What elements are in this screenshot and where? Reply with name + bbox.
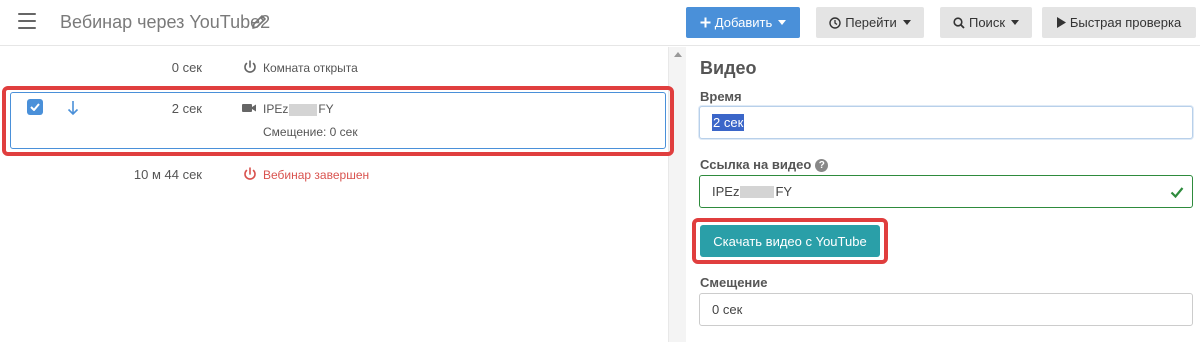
scroll-up-arrow-icon[interactable] — [674, 52, 682, 57]
time-input[interactable]: 2 сек — [699, 106, 1193, 139]
chevron-down-icon — [902, 20, 911, 25]
video-id-suffix: FY — [318, 102, 334, 116]
time-label: Время — [700, 89, 742, 104]
search-button[interactable]: Поиск — [940, 7, 1032, 38]
time-input-value: 2 сек — [712, 114, 745, 131]
redacted-block — [289, 103, 318, 116]
row-checkbox[interactable] — [27, 99, 43, 115]
video-id: IPEz FY — [263, 102, 334, 116]
offset-input-value: 0 сек — [712, 302, 743, 317]
download-youtube-button[interactable]: Скачать видео с YouTube — [700, 225, 880, 257]
video-url-label: Ссылка на видео? — [700, 157, 829, 173]
video-url-input[interactable]: IPEz FY — [699, 175, 1193, 208]
clock-icon — [829, 16, 841, 29]
menu-icon[interactable] — [18, 13, 36, 29]
plus-icon — [700, 17, 711, 28]
video-url-suffix: FY — [775, 184, 793, 199]
video-url-prefix: IPEz — [712, 184, 740, 199]
check-icon — [30, 103, 40, 111]
quick-check-button[interactable]: Быстрая проверка — [1042, 7, 1196, 38]
add-button[interactable]: Добавить — [686, 7, 800, 38]
offset-input[interactable]: 0 сек — [699, 293, 1193, 326]
valid-check-icon — [1170, 187, 1184, 199]
power-icon — [244, 167, 256, 180]
panel-title: Видео — [700, 58, 757, 78]
video-url-label-text: Ссылка на видео — [700, 157, 812, 172]
top-bar: Вебинар через YouTube2 Добавить Перейти … — [0, 0, 1200, 46]
video-icon — [242, 104, 256, 112]
search-icon — [953, 16, 965, 29]
chevron-down-icon — [1011, 20, 1020, 25]
offset-label: Смещение — [700, 275, 768, 290]
event-text: Комната открыта — [263, 61, 358, 75]
event-time: 10 м 44 сек — [133, 167, 202, 182]
go-to-button-label: Перейти — [845, 15, 897, 30]
video-offset: Смещение: 0 сек — [263, 125, 358, 139]
event-text: Вебинар завершен — [263, 168, 370, 182]
quick-check-button-label: Быстрая проверка — [1069, 15, 1182, 30]
go-to-button[interactable]: Перейти — [816, 7, 924, 38]
chevron-down-icon — [778, 20, 787, 25]
redacted-block — [740, 185, 775, 198]
arrow-down-icon[interactable] — [66, 100, 80, 116]
highlight-outline — [2, 86, 674, 156]
add-button-label: Добавить — [714, 15, 773, 30]
event-time: 2 сек — [171, 101, 202, 116]
play-icon — [1056, 17, 1066, 28]
pencil-icon[interactable] — [250, 13, 268, 31]
event-time: 0 сек — [171, 60, 202, 75]
search-button-label: Поиск — [968, 15, 1006, 30]
video-id-prefix: IPEz — [263, 102, 289, 116]
page-title: Вебинар через YouTube2 — [60, 12, 271, 32]
help-icon[interactable]: ? — [815, 159, 829, 173]
power-icon — [244, 60, 256, 73]
